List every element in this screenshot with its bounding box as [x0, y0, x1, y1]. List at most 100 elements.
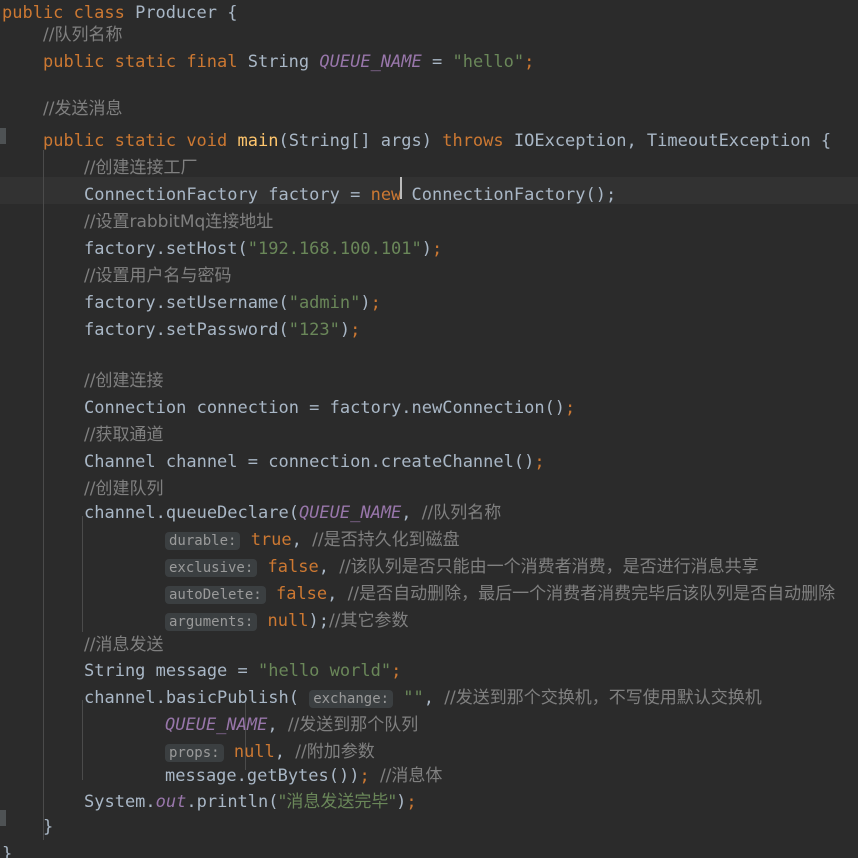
token-cmt: //创建连接 — [84, 371, 164, 391]
token-kw: throws — [442, 131, 514, 151]
code-line[interactable]: channel.basicPublish( exchange: "", //发送… — [0, 685, 762, 712]
code-line[interactable]: ConnectionFactory factory = new Connecti… — [0, 182, 616, 209]
token-cmt: //发送消息 — [43, 99, 123, 119]
code-line[interactable]: arguments: null);//其它参数 — [0, 608, 408, 635]
token-id: (String[] args) — [278, 131, 443, 151]
token-id: ConnectionFactory(); — [411, 185, 617, 205]
token-pn: , — [291, 530, 313, 550]
token-str: "192.168.100.101" — [247, 239, 422, 259]
token-id: IOException, TimeoutException — [513, 131, 821, 151]
code-line[interactable]: autoDelete: false, //是否自动删除，最后一个消费者消费完毕后… — [0, 581, 835, 608]
token-id: factory.setHost( — [84, 239, 248, 259]
code-line[interactable]: //消息发送 — [0, 632, 163, 659]
token-id: ConnectionFactory factory = — [84, 185, 371, 205]
token-id: Channel channel = connection.createChann… — [84, 452, 535, 472]
token-cmt: //消息体 — [379, 766, 443, 786]
code-line[interactable]: //获取通道 — [0, 422, 163, 449]
token-sem: ; — [432, 239, 443, 259]
token-pn — [299, 688, 309, 708]
token-sem: ; — [534, 452, 545, 472]
token-cmt: //创建连接工厂 — [84, 158, 198, 178]
token-cmt: //设置rabbitMq连接地址 — [84, 212, 274, 232]
token-id: String message = — [84, 661, 258, 681]
token-kw: false — [275, 584, 328, 604]
token-cmt: //发送到那个交换机，不写使用默认交换机 — [444, 688, 762, 708]
code-line[interactable]: factory.setPassword("123"); — [0, 317, 360, 344]
token-id: .println( — [186, 792, 279, 812]
token-pn — [266, 584, 276, 604]
token-sem: ; — [565, 398, 576, 418]
code-line[interactable]: message.getBytes()); //消息体 — [0, 763, 442, 790]
code-line[interactable]: exclusive: false, //该队列是否只能由一个消费者消费，是否进行… — [0, 554, 759, 581]
token-str: "admin" — [288, 293, 361, 313]
token-sem: ; — [359, 766, 380, 786]
token-mth: main — [237, 131, 279, 151]
token-hint: props: — [165, 744, 224, 762]
code-line[interactable]: durable: true, //是否持久化到磁盘 — [0, 527, 460, 554]
code-line[interactable]: } — [0, 841, 12, 858]
token-pn: } — [2, 844, 13, 858]
token-id: String — [247, 52, 320, 72]
token-str: "123" — [288, 320, 340, 340]
code-line[interactable]: //发送消息 — [0, 96, 122, 123]
token-kw: class — [73, 3, 136, 23]
code-line[interactable]: QUEUE_NAME, //发送到那个队列 — [0, 712, 418, 739]
code-editor[interactable]: public class Producer {//队列名称 public stat… — [0, 0, 858, 858]
token-pn — [257, 557, 267, 577]
code-line[interactable] — [0, 344, 84, 371]
token-kw: false — [267, 557, 319, 577]
token-sem: ; — [350, 320, 361, 340]
token-kw: public — [43, 52, 115, 72]
token-pn — [393, 688, 403, 708]
token-cnst: QUEUE_NAME — [319, 52, 422, 72]
code-line[interactable]: Channel channel = connection.createChann… — [0, 449, 545, 476]
token-sem: ; — [524, 52, 535, 72]
token-hint: exclusive: — [165, 559, 258, 577]
token-str: "" — [403, 688, 424, 708]
token-kw: new — [370, 185, 412, 205]
code-line[interactable]: public static final String QUEUE_NAME = … — [0, 49, 534, 76]
code-text[interactable]: public class Producer {//队列名称 public stat… — [0, 0, 858, 858]
token-cnst: QUEUE_NAME — [298, 503, 402, 523]
token-hint: autoDelete: — [165, 586, 266, 604]
token-kw: true — [250, 530, 292, 550]
token-id: factory.setPassword( — [84, 320, 289, 340]
code-line[interactable]: factory.setHost("192.168.100.101"); — [0, 236, 442, 263]
code-line[interactable]: channel.queueDeclare(QUEUE_NAME, //队列名称 — [0, 500, 501, 527]
token-stfl: out — [155, 792, 187, 812]
token-pn — [240, 530, 250, 550]
code-line[interactable]: //设置rabbitMq连接地址 — [0, 209, 273, 236]
token-cmt: //队列名称 — [43, 25, 123, 45]
code-line[interactable]: //设置用户名与密码 — [0, 263, 231, 290]
token-id: ) — [421, 239, 433, 259]
code-line[interactable]: Connection connection = factory.newConne… — [0, 395, 575, 422]
token-cnst: QUEUE_NAME — [165, 715, 268, 735]
token-cmt: //获取通道 — [84, 425, 164, 445]
token-hint: arguments: — [165, 613, 258, 631]
code-line[interactable]: } — [0, 814, 53, 841]
token-kw: null — [267, 611, 309, 631]
code-line[interactable]: props: null, //附加参数 — [0, 739, 375, 766]
token-pn: , — [327, 584, 348, 604]
code-line[interactable]: System.out.println("消息发送完毕"); — [0, 789, 417, 816]
token-sem: ; — [406, 792, 417, 812]
code-line[interactable]: public static void main(String[] args) t… — [0, 128, 831, 155]
token-pn: , — [318, 557, 340, 577]
token-kw: public — [43, 131, 115, 151]
text-caret — [400, 177, 402, 199]
code-line[interactable]: //创建连接 — [0, 368, 163, 395]
token-pn: } — [43, 817, 54, 837]
token-sem: ; — [370, 293, 381, 313]
token-cmt: //其它参数 — [328, 611, 409, 631]
code-line[interactable]: //创建队列 — [0, 476, 163, 503]
token-id: factory.setUsername( — [84, 293, 289, 313]
code-line[interactable]: //创建连接工厂 — [0, 155, 197, 182]
code-line[interactable]: String message = "hello world"; — [0, 658, 401, 685]
token-cmt: //附加参数 — [295, 742, 375, 762]
code-line[interactable]: factory.setUsername("admin"); — [0, 290, 381, 317]
token-pn — [224, 742, 234, 762]
code-line[interactable]: //队列名称 — [0, 22, 122, 49]
token-id: channel.queueDeclare( — [84, 503, 299, 523]
token-cmt: //设置用户名与密码 — [84, 266, 232, 286]
token-str: "hello world" — [258, 661, 392, 681]
